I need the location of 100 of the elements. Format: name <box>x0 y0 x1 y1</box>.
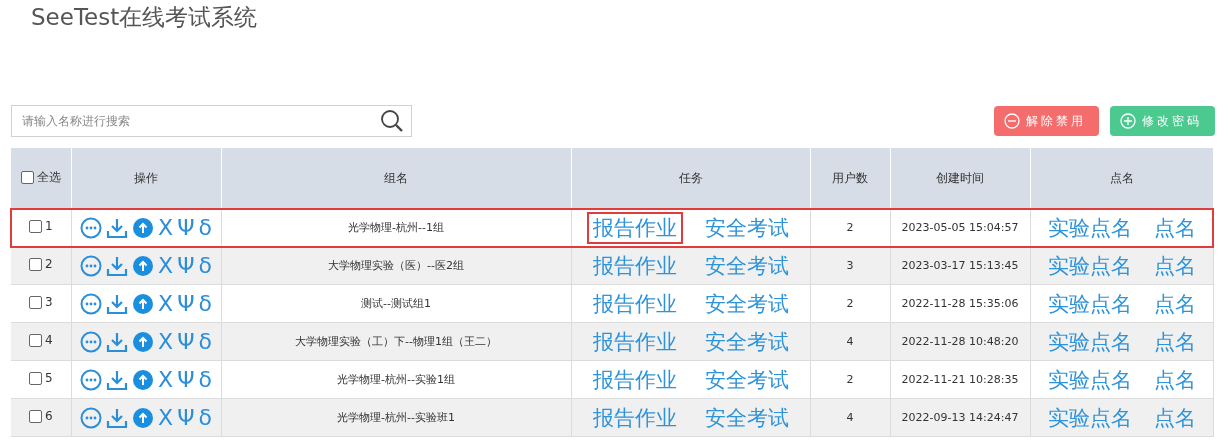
more-icon[interactable] <box>80 254 103 277</box>
row-number: 5 <box>44 371 53 386</box>
action-symbol[interactable]: δ <box>198 329 212 354</box>
rollcall-link[interactable]: 实验点名 <box>1041 249 1138 282</box>
created-time: 2023-05-05 15:04:57 <box>901 221 1019 234</box>
row-number: 3 <box>44 295 53 310</box>
row-number: 1 <box>44 219 53 234</box>
more-icon[interactable] <box>80 330 103 353</box>
task-link[interactable]: 安全考试 <box>698 325 795 358</box>
action-symbol[interactable]: Ψ <box>177 215 195 240</box>
rollcall-link[interactable]: 实验点名 <box>1041 287 1138 320</box>
download-icon[interactable] <box>106 292 129 315</box>
created-time: 2023-03-17 15:13:45 <box>901 259 1019 272</box>
task-link[interactable]: 报告作业 <box>586 401 683 434</box>
select-all-label: 全选 <box>36 169 61 186</box>
column-header: 组名 <box>384 170 408 185</box>
upload-icon[interactable] <box>132 254 155 277</box>
group-name: 光学物理-杭州--1组 <box>348 221 444 234</box>
action-symbol[interactable]: δ <box>198 291 212 316</box>
rollcall-link[interactable]: 点名 <box>1147 287 1202 320</box>
action-symbol[interactable]: Ψ <box>177 329 195 354</box>
rollcall-link[interactable]: 点名 <box>1147 325 1202 358</box>
task-link[interactable]: 安全考试 <box>698 401 795 434</box>
action-symbol[interactable]: δ <box>198 367 212 392</box>
action-symbol[interactable]: X <box>158 215 174 240</box>
group-name: 大学物理实验（医）--医2组 <box>328 259 464 272</box>
action-symbol[interactable]: δ <box>198 253 212 278</box>
search-icon[interactable] <box>380 109 404 133</box>
task-link[interactable]: 报告作业 <box>586 249 683 282</box>
download-icon[interactable] <box>106 406 129 429</box>
rollcall-link[interactable]: 点名 <box>1147 363 1202 396</box>
upload-icon[interactable] <box>132 292 155 315</box>
task-link[interactable]: 报告作业 <box>586 287 683 320</box>
action-symbol[interactable]: X <box>158 367 174 392</box>
column-header: 用户数 <box>832 170 868 185</box>
more-icon[interactable] <box>80 406 103 429</box>
change-password-button[interactable]: 修改密码 <box>1110 106 1215 136</box>
row-checkbox[interactable] <box>28 219 42 233</box>
column-header: 点名 <box>1109 170 1134 185</box>
action-symbol[interactable]: Ψ <box>177 367 195 392</box>
action-symbol[interactable]: δ <box>198 215 212 240</box>
rollcall-link[interactable]: 实验点名 <box>1041 211 1138 244</box>
minus-circle-icon <box>1004 113 1020 129</box>
upload-icon[interactable] <box>132 216 155 239</box>
plus-circle-icon <box>1120 113 1136 129</box>
upload-icon[interactable] <box>132 330 155 353</box>
row-number: 2 <box>44 257 53 272</box>
action-symbol[interactable]: X <box>158 329 174 354</box>
row-checkbox[interactable] <box>28 333 42 347</box>
upload-icon[interactable] <box>132 368 155 391</box>
action-symbol[interactable]: Ψ <box>177 291 195 316</box>
task-link[interactable]: 安全考试 <box>698 211 795 244</box>
task-link[interactable]: 报告作业 <box>586 325 683 358</box>
row-number: 4 <box>44 333 53 348</box>
group-name: 光学物理-杭州--实验班1 <box>337 411 455 424</box>
app-title: SeeTest在线考试系统 <box>30 3 259 32</box>
unblock-button[interactable]: 解除禁用 <box>994 106 1099 136</box>
created-time: 2022-09-13 14:24:47 <box>901 411 1019 424</box>
group-name: 光学物理-杭州--实验1组 <box>337 373 455 386</box>
rollcall-link[interactable]: 实验点名 <box>1041 325 1138 358</box>
more-icon[interactable] <box>80 368 103 391</box>
action-symbol[interactable]: Ψ <box>177 405 195 430</box>
action-symbol[interactable]: Ψ <box>177 253 195 278</box>
download-icon[interactable] <box>106 330 129 353</box>
group-name: 大学物理实验（工）下--物理1组（王二） <box>295 335 497 348</box>
column-header: 操作 <box>134 170 158 185</box>
action-symbol[interactable]: X <box>158 405 174 430</box>
row-number: 6 <box>44 409 53 424</box>
row-checkbox[interactable] <box>28 295 42 309</box>
rollcall-link[interactable]: 点名 <box>1147 249 1202 282</box>
action-symbol[interactable]: δ <box>198 405 212 430</box>
column-header: 创建时间 <box>936 170 984 185</box>
task-link[interactable]: 报告作业 <box>586 211 683 244</box>
download-icon[interactable] <box>106 368 129 391</box>
task-link[interactable]: 安全考试 <box>698 249 795 282</box>
user-count: 2 <box>846 297 854 310</box>
user-count: 2 <box>846 373 854 386</box>
more-icon[interactable] <box>80 292 103 315</box>
download-icon[interactable] <box>106 216 129 239</box>
upload-icon[interactable] <box>132 406 155 429</box>
task-link[interactable]: 报告作业 <box>586 363 683 396</box>
row-checkbox[interactable] <box>28 371 42 385</box>
search-field[interactable]: 请输入名称进行搜索 <box>11 105 412 137</box>
group-name: 测试--测试组1 <box>361 297 431 310</box>
user-count: 3 <box>846 259 854 272</box>
action-symbol[interactable]: X <box>158 253 174 278</box>
created-time: 2022-11-28 15:35:06 <box>901 297 1019 310</box>
task-link[interactable]: 安全考试 <box>698 287 795 320</box>
download-icon[interactable] <box>106 254 129 277</box>
created-time: 2022-11-28 10:48:20 <box>901 335 1019 348</box>
task-link[interactable]: 安全考试 <box>698 363 795 396</box>
rollcall-link[interactable]: 点名 <box>1147 401 1202 434</box>
select-all-checkbox[interactable] <box>20 171 34 184</box>
rollcall-link[interactable]: 实验点名 <box>1041 401 1138 434</box>
row-checkbox[interactable] <box>28 409 42 423</box>
row-checkbox[interactable] <box>28 257 42 271</box>
rollcall-link[interactable]: 实验点名 <box>1041 363 1138 396</box>
rollcall-link[interactable]: 点名 <box>1147 211 1202 244</box>
action-symbol[interactable]: X <box>158 291 174 316</box>
more-icon[interactable] <box>80 216 103 239</box>
